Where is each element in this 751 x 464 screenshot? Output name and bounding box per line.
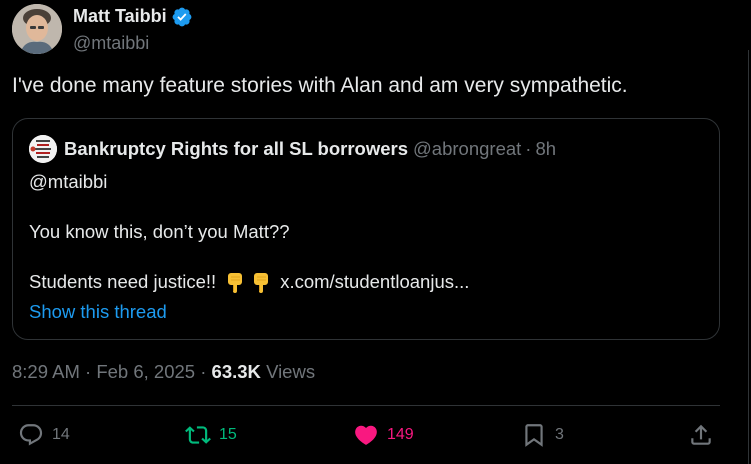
separator-dot: ·: [200, 361, 207, 382]
verified-badge-icon: [172, 7, 192, 26]
quoted-text-line: Students need justice!! x.com/studentloa…: [29, 271, 469, 293]
tweet-text: I've done many feature stories with Alan…: [12, 74, 628, 97]
share-button[interactable]: [688, 420, 714, 450]
separator-dot: ·: [85, 361, 92, 382]
views-label: Views: [266, 361, 316, 382]
quoted-text-line: You know this, don’t you Matt??: [29, 221, 290, 242]
tweet-meta: 8:29 AM · Feb 6, 2025 · 63.3K Views: [12, 361, 315, 383]
quoted-tweet-header: Bankruptcy Rights for all SL borrowers @…: [29, 135, 556, 163]
quoted-tweet-card[interactable]: Bankruptcy Rights for all SL borrowers @…: [12, 118, 720, 340]
separator-dot: ·: [525, 138, 532, 159]
heart-icon: [355, 425, 377, 445]
share-icon: [691, 424, 711, 445]
quoted-author-avatar: [29, 135, 57, 163]
bookmark-icon: [525, 424, 543, 447]
like-button[interactable]: 149: [353, 420, 414, 450]
retweet-count: 15: [219, 426, 237, 443]
tweet-header: Matt Taibbi @mtaibbi: [12, 4, 193, 54]
pointing-down-emoji-icon: [228, 273, 243, 293]
show-thread-link[interactable]: Show this thread: [29, 301, 167, 323]
retweet-icon: [185, 426, 211, 444]
pointing-down-emoji-icon: [254, 273, 269, 293]
retweet-button[interactable]: 15: [185, 420, 237, 450]
author-name[interactable]: Matt Taibbi: [73, 6, 167, 27]
quoted-link[interactable]: x.com/studentloanjus...: [280, 271, 469, 293]
quoted-text-line: @mtaibbi: [29, 171, 108, 192]
quoted-timestamp[interactable]: 8h: [535, 138, 556, 160]
quoted-text-justice: Students need justice!!: [29, 271, 217, 292]
tweet-date[interactable]: Feb 6, 2025: [96, 361, 195, 382]
author-avatar[interactable]: [12, 4, 62, 54]
reply-icon: [19, 424, 43, 446]
quoted-author-handle[interactable]: @abrongreat: [413, 138, 521, 160]
views-count: 63.3K: [211, 361, 261, 382]
like-count: 149: [387, 426, 414, 443]
author-handle[interactable]: @mtaibbi: [73, 33, 193, 54]
reply-count: 14: [52, 426, 70, 443]
reply-button[interactable]: 14: [18, 420, 70, 450]
tweet-time[interactable]: 8:29 AM: [12, 361, 80, 382]
bookmark-count: 3: [555, 426, 564, 443]
bookmark-button[interactable]: 3: [521, 420, 564, 450]
actions-divider: [12, 405, 720, 406]
quoted-author-name[interactable]: Bankruptcy Rights for all SL borrowers: [64, 138, 408, 160]
timeline-divider: [748, 50, 749, 464]
